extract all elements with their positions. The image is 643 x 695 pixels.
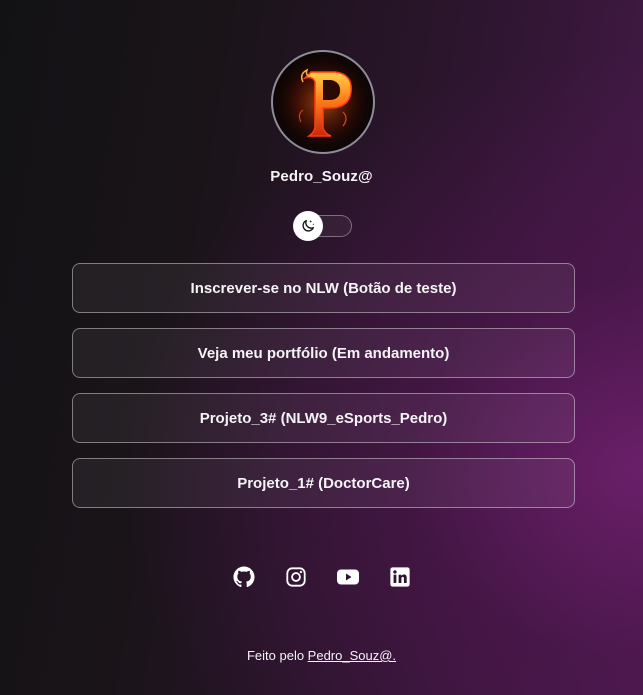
link-projeto-1[interactable]: Projeto_1# (DoctorCare)	[72, 458, 575, 508]
youtube-icon	[336, 569, 359, 585]
switch-knob[interactable]	[293, 211, 323, 241]
instagram-link[interactable]	[284, 565, 308, 589]
flaming-letter-p-logo	[275, 54, 371, 150]
links-list: Inscrever-se no NLW (Botão de teste) Vej…	[72, 263, 575, 523]
footer-author-link[interactable]: Pedro_Souz@.	[308, 648, 396, 663]
footer-prefix: Feito pelo	[246, 648, 308, 663]
github-icon	[232, 566, 255, 588]
username: Pedro_Souz@	[270, 168, 373, 185]
page: Pedro_Souz@ Inscrever-se no NLW (Botão d…	[0, 0, 643, 695]
link-projeto-3[interactable]: Projeto_3# (NLW9_eSports_Pedro)	[72, 393, 575, 443]
avatar	[271, 50, 375, 154]
linkedin-icon	[389, 567, 410, 587]
social-links	[0, 565, 643, 589]
instagram-icon	[285, 567, 306, 587]
github-link[interactable]	[232, 565, 256, 589]
link-portfolio[interactable]: Veja meu portfólio (Em andamento)	[72, 328, 575, 378]
link-inscrever-nlw[interactable]: Inscrever-se no NLW (Botão de teste)	[72, 263, 575, 313]
footer: Feito pelo Pedro_Souz@.	[0, 648, 643, 663]
youtube-link[interactable]	[336, 565, 360, 589]
linkedin-link[interactable]	[388, 565, 412, 589]
theme-switch[interactable]	[293, 210, 353, 242]
moon-stars-icon	[302, 220, 315, 232]
